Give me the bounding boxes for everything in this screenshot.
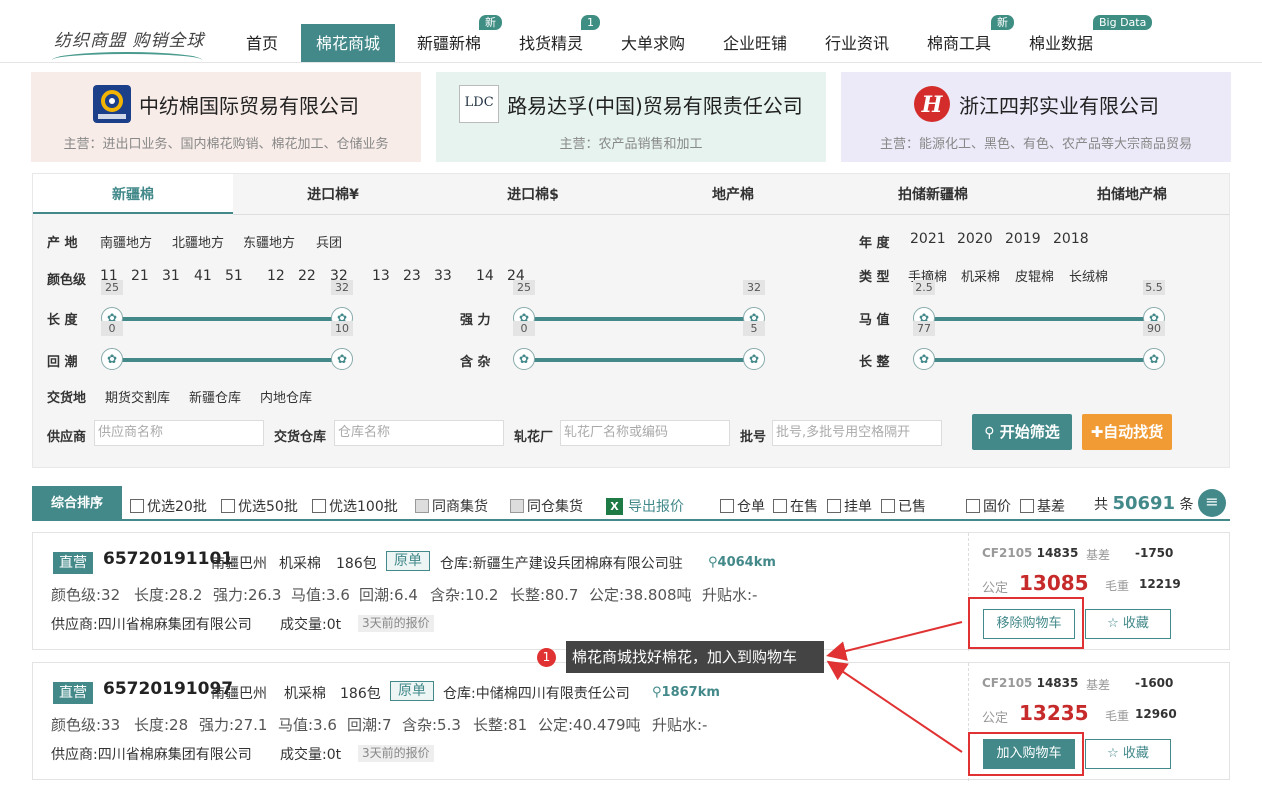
annotation-callout: 棉花商城找好棉花，加入到购物车 xyxy=(566,641,824,673)
step-number-badge: 1 xyxy=(537,648,556,667)
